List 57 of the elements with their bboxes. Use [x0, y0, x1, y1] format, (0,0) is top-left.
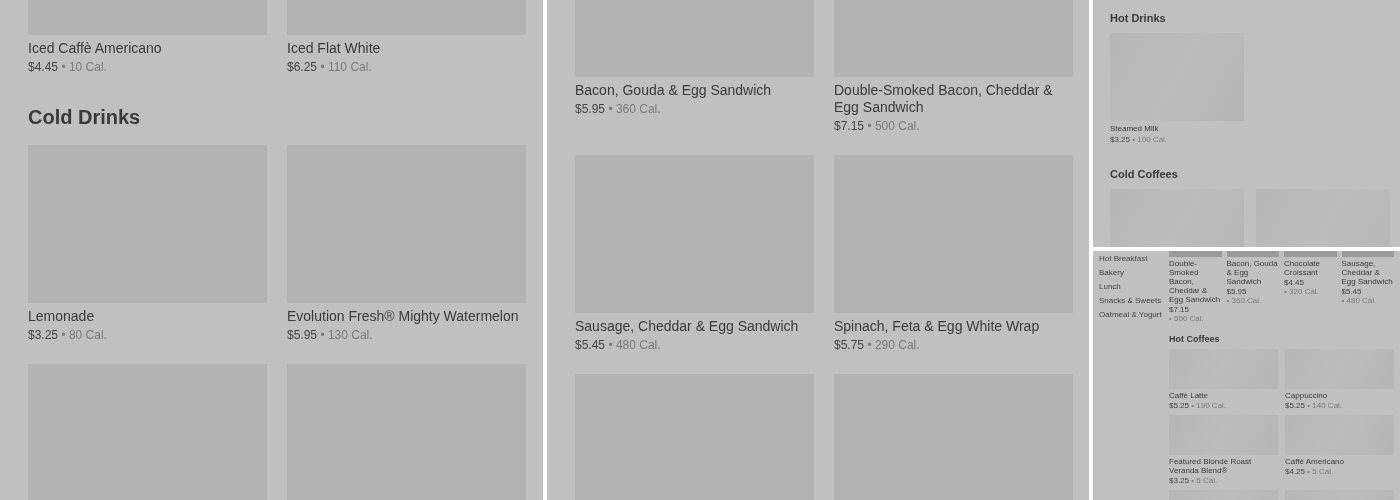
- item-calories: • 130 Cal.: [320, 328, 373, 342]
- item-name[interactable]: Featured Blonde Roast Veranda Blend®: [1169, 457, 1278, 475]
- category-link[interactable]: Snacks & Sweets: [1099, 296, 1169, 305]
- item-price: $6.25: [287, 60, 318, 74]
- item-name[interactable]: Chocolate Croissant: [1284, 259, 1337, 277]
- item-name[interactable]: Double-Smoked Bacon, Cheddar & Egg Sandwich: [1169, 259, 1222, 304]
- item-calories: • 360 Cal.: [608, 102, 661, 116]
- item-price: $4.45: [1284, 278, 1305, 287]
- section-heading: Hot Coffees: [1169, 334, 1221, 344]
- item-calories: • 500 Cal.: [867, 119, 920, 133]
- item-name[interactable]: Iced Flat White: [287, 40, 526, 57]
- item-price: $3.25: [28, 328, 59, 342]
- item-calories: • 10 Cal.: [61, 60, 107, 74]
- item-calories: • 110 Cal.: [320, 60, 372, 74]
- item-price: $4.25: [1285, 467, 1306, 476]
- item-calories: • 500 Cal.: [1169, 314, 1204, 323]
- item-calories: • 290 Cal.: [867, 338, 920, 352]
- section-heading: Cold Coffees: [1110, 168, 1179, 180]
- item-name[interactable]: Lemonade: [28, 308, 267, 325]
- item-name[interactable]: Evolution Fresh® Mighty Watermelon: [287, 308, 526, 325]
- item-name[interactable]: Bacon, Gouda & Egg Sandwich: [1226, 259, 1279, 286]
- item-name[interactable]: Double-Smoked Bacon, Cheddar & Egg Sandwich: [834, 82, 1073, 116]
- item-name[interactable]: Steamed Milk: [1110, 124, 1244, 133]
- image-placeholder: [1341, 251, 1394, 257]
- item-calories: • 80 Cal.: [61, 328, 107, 342]
- item-price: $3.25: [1169, 476, 1190, 485]
- image-placeholder: [1284, 251, 1337, 257]
- item-price: $3.25: [1110, 135, 1131, 144]
- image-placeholder: [1169, 251, 1222, 257]
- item-calories: • 480 Cal.: [608, 338, 661, 352]
- item-name[interactable]: Bacon, Gouda & Egg Sandwich: [575, 82, 814, 99]
- section-heading: Cold Drinks: [28, 106, 142, 129]
- category-link[interactable]: Hot Breakfast: [1099, 254, 1169, 263]
- item-name[interactable]: Sausage, Cheddar & Egg Sandwich: [1341, 259, 1394, 286]
- item-price: $5.95: [575, 102, 606, 116]
- item-name[interactable]: Spinach, Feta & Egg White Wrap: [834, 318, 1073, 335]
- item-price: $4.45: [28, 60, 59, 74]
- category-link[interactable]: Bakery: [1099, 268, 1169, 277]
- item-price: $5.95: [1226, 287, 1247, 296]
- category-link[interactable]: Lunch: [1099, 282, 1169, 291]
- item-price: $5.95: [287, 328, 318, 342]
- item-price: $5.25: [1169, 401, 1190, 410]
- item-name[interactable]: Caffè Americano: [1285, 457, 1394, 466]
- item-price: $5.45: [575, 338, 606, 352]
- item-price: $5.45: [1341, 287, 1362, 296]
- section-heading: Hot Drinks: [1110, 12, 1167, 24]
- item-price: $5.25: [1285, 401, 1306, 410]
- item-name[interactable]: Caffè Latte: [1169, 391, 1278, 400]
- item-calories: • 320 Cal.: [1284, 287, 1319, 296]
- item-name[interactable]: Sausage, Cheddar & Egg Sandwich: [575, 318, 814, 335]
- item-price: $7.15: [834, 119, 865, 133]
- category-link[interactable]: Oatmeal & Yogurt: [1099, 310, 1169, 319]
- item-name[interactable]: Cappuccino: [1285, 391, 1394, 400]
- item-price: $5.75: [834, 338, 865, 352]
- item-name[interactable]: Iced Caffè Americano: [28, 40, 267, 57]
- item-price: $7.15: [1169, 305, 1190, 314]
- image-placeholder: [1226, 251, 1279, 257]
